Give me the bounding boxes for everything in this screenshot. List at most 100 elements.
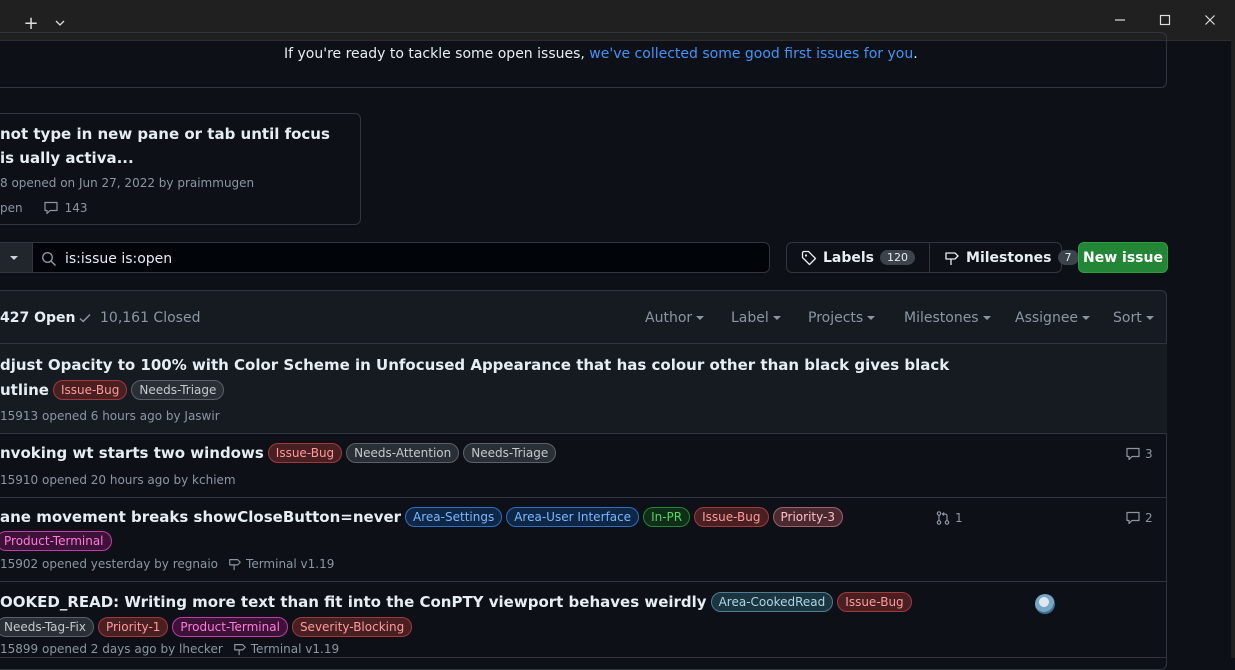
label-issue-bug[interactable]: Issue-Bug [694, 507, 769, 527]
pull-request-icon [936, 511, 950, 525]
author-filter-label: Author [645, 310, 693, 326]
caret-down-icon [982, 315, 991, 320]
label-needs-triage[interactable]: Needs-Triage [463, 443, 557, 463]
milestones-count: 7 [1057, 250, 1079, 265]
pinned-issue-title[interactable]: not type in new pane or tab until focus … [0, 122, 330, 170]
issue-search-input[interactable] [63, 243, 757, 274]
issue-labels-line2: Product-Terminal [0, 531, 112, 551]
open-issues-tab[interactable]: 427 Open [0, 310, 75, 326]
filters-dropdown[interactable] [0, 242, 32, 273]
caret-down-icon [9, 255, 18, 260]
closed-count-label: 10,161 Closed [100, 310, 201, 326]
assignee-filter[interactable]: Assignee [1015, 310, 1091, 326]
caret-down-icon [696, 315, 705, 320]
chevron-down-icon [55, 20, 65, 26]
label-issue-bug[interactable]: Issue-Bug [837, 592, 912, 612]
pinned-issue-footer: pen 143 [0, 200, 88, 216]
close-button[interactable] [1198, 8, 1222, 32]
comment-count: 3 [1145, 447, 1153, 461]
milestones-button[interactable]: Milestones 7 [929, 243, 1092, 272]
issue-meta: 15899 opened 2 days ago by lhecker Termi… [0, 642, 339, 656]
caret-down-icon [867, 315, 876, 320]
good-first-issues-link[interactable]: we've collected some good first issues f… [589, 46, 913, 62]
issue-milestone-link[interactable]: Terminal v1.19 [251, 642, 339, 656]
issue-labels: utline Issue-Bug Needs-Triage [0, 380, 225, 400]
pinned-issue-state: pen [0, 201, 23, 215]
close-icon [1205, 15, 1215, 25]
issue-milestone-link[interactable]: Terminal v1.19 [246, 557, 334, 571]
caret-down-icon [1145, 315, 1154, 320]
caret-down-icon [772, 315, 781, 320]
issue-meta: 15913 opened 6 hours ago by Jaswir [0, 409, 220, 423]
milestone-icon [233, 644, 246, 656]
minimize-button[interactable] [1108, 8, 1132, 32]
contributing-text: If you're ready to tackle some open issu… [284, 46, 918, 62]
milestone-icon [229, 559, 241, 571]
issue-labels: nvoking wt starts two windows Issue-Bug … [0, 443, 557, 463]
labels-count: 120 [880, 250, 916, 265]
issue-title-link[interactable]: djust Opacity to 100% with Color Scheme … [0, 356, 949, 374]
label-needs-attention[interactable]: Needs-Attention [346, 443, 460, 463]
comment-icon [1126, 447, 1140, 461]
author-filter[interactable]: Author [645, 310, 705, 326]
projects-filter[interactable]: Projects [808, 310, 876, 326]
label-area-settings[interactable]: Area-Settings [405, 507, 503, 527]
issue-labels-line2: Needs-Tag-Fix Priority-1 Product-Termina… [0, 617, 413, 637]
linked-pr-link[interactable]: 1 [935, 510, 963, 526]
minimize-icon [1115, 19, 1125, 21]
pinned-issue-meta: 8 opened on Jun 27, 2022 by praimmugen [0, 176, 255, 190]
issue-title-link[interactable]: OOKED_READ: Writing more text than fit i… [0, 593, 707, 611]
label-in-pr[interactable]: In-PR [643, 507, 691, 527]
label-product-terminal[interactable]: Product-Terminal [0, 531, 112, 551]
banner-text: If you're ready to tackle some open issu… [284, 46, 590, 62]
label-issue-bug[interactable]: Issue-Bug [267, 443, 343, 463]
maximize-icon [1159, 14, 1171, 26]
check-icon [79, 313, 91, 323]
closed-issues-tab[interactable]: 10,161 Closed [78, 310, 200, 326]
label-issue-bug[interactable]: Issue-Bug [52, 380, 128, 400]
label-filter-label: Label [731, 310, 769, 326]
issue-title-continued[interactable]: utline [0, 381, 49, 399]
milestone-icon [945, 251, 959, 265]
window-right-border [1231, 40, 1235, 658]
projects-filter-label: Projects [808, 310, 864, 326]
label-area-cookedread[interactable]: Area-CookedRead [710, 592, 834, 612]
issue-labels: ane movement breaks showCloseButton=neve… [0, 507, 843, 527]
linked-pr-count: 1 [955, 511, 963, 525]
issue-search-box [32, 242, 770, 274]
labels-milestones-group: Labels 120 Milestones 7 [786, 242, 1079, 273]
pinned-issue-comments: 143 [64, 201, 88, 215]
issue-title-link[interactable]: ane movement breaks showCloseButton=neve… [0, 508, 401, 526]
comment-icon [1126, 511, 1140, 525]
comment-icon [44, 201, 58, 215]
milestones-filter-label: Milestones [904, 310, 979, 326]
comment-count: 2 [1145, 511, 1153, 525]
issue-title-link[interactable]: nvoking wt starts two windows [0, 444, 264, 462]
assignee-avatar[interactable] [1035, 594, 1055, 614]
tag-icon [801, 250, 817, 265]
label-filter[interactable]: Label [731, 310, 781, 326]
label-area-user-interface[interactable]: Area-User Interface [506, 507, 640, 527]
sort-filter-label: Sort [1113, 310, 1142, 326]
issue-meta: 15910 opened 20 hours ago by kchiem [0, 473, 236, 487]
issue-meta-text: 15902 opened yesterday by regnaio [0, 557, 219, 571]
sort-filter[interactable]: Sort [1113, 310, 1154, 326]
milestones-filter[interactable]: Milestones [904, 310, 991, 326]
label-needs-tag-fix[interactable]: Needs-Tag-Fix [0, 617, 94, 637]
label-severity-blocking[interactable]: Severity-Blocking [291, 617, 413, 637]
labels-button-label: Labels [823, 249, 875, 266]
issue-comments-link[interactable]: 2 [1125, 510, 1153, 526]
maximize-button[interactable] [1153, 8, 1177, 32]
label-product-terminal[interactable]: Product-Terminal [172, 617, 288, 637]
issue-meta: 15902 opened yesterday by regnaio Termin… [0, 557, 334, 571]
banner-end: . [913, 46, 918, 62]
issue-meta-text: 15899 opened 2 days ago by lhecker [0, 642, 223, 656]
label-priority-1[interactable]: Priority-1 [97, 617, 169, 637]
labels-button[interactable]: Labels 120 [787, 243, 929, 272]
label-needs-triage[interactable]: Needs-Triage [131, 380, 225, 400]
issue-comments-link[interactable]: 3 [1125, 446, 1153, 462]
milestones-button-label: Milestones [966, 249, 1052, 266]
label-priority-3[interactable]: Priority-3 [772, 507, 843, 527]
new-issue-button[interactable]: New issue [1078, 242, 1168, 273]
assignee-filter-label: Assignee [1015, 310, 1079, 326]
